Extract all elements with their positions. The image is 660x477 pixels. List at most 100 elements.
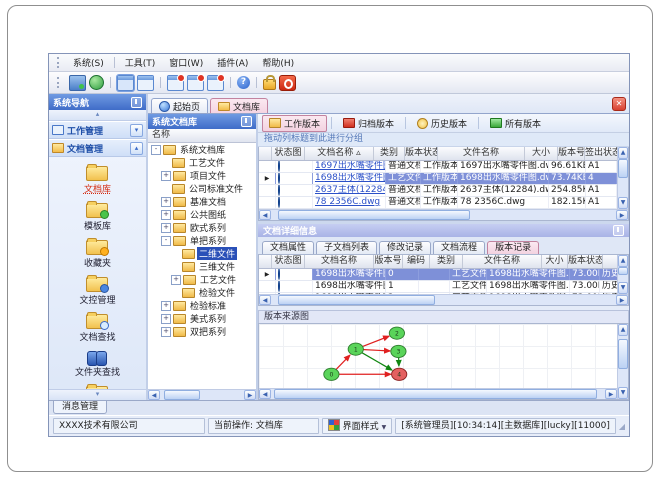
tree-pin-icon[interactable] [241,116,252,127]
scroll-arrow-up[interactable]: ▲ [618,324,628,336]
scroll-track[interactable] [271,295,616,305]
tab-起始页[interactable]: 起始页 [151,98,209,113]
scroll-track[interactable] [618,267,628,282]
scroll-track[interactable] [160,390,244,400]
document-link[interactable]: 78 2356C.dwg [315,197,380,207]
column-header-版本状态[interactable]: 版本状态 [405,147,438,160]
expand-plus-icon[interactable]: + [161,209,171,220]
scroll-arrow-up[interactable]: ▲ [618,147,628,159]
version-node-0[interactable]: 0 [323,367,340,381]
document-link[interactable]: 1697出水嘴零件图.dwg [315,161,385,171]
scroll-arrow-left[interactable]: ◀ [259,389,271,399]
tree-node-二维文件[interactable]: 二维文件 [148,247,256,260]
menu-item-4[interactable]: 插件(A) [210,55,255,70]
tree-node-单把系列[interactable]: - 单把系列 [148,234,256,247]
version-node-4[interactable]: 4 [391,367,408,381]
scroll-track[interactable] [618,159,628,197]
sidebar-group-1[interactable]: 工作管理 ▾ [49,121,146,139]
tree-column-header[interactable]: 名称 [148,129,256,143]
column-header-文件名称[interactable]: 文件名称 [438,147,525,160]
globe-icon[interactable] [89,75,104,90]
scroll-track[interactable] [271,210,616,220]
scroll-thumb[interactable] [277,210,470,220]
scroll-arrow-right[interactable]: ▶ [616,295,628,305]
scroll-arrow-right[interactable]: ▶ [616,210,628,220]
column-header-签出状态[interactable]: 签出状态 [585,147,617,160]
version-node-2[interactable]: 2 [388,326,405,340]
scroll-arrow-left[interactable]: ◀ [148,390,160,400]
chevron-down-icon[interactable]: ▾ [130,123,143,137]
scroll-arrow-down[interactable]: ▼ [618,282,628,294]
tab-文档库[interactable]: 文档库 [210,98,269,113]
tree-node-双把系列[interactable]: + 双把系列 [148,325,256,338]
main-grid-vscrollbar[interactable]: ▲ ▼ [617,147,628,209]
expand-plus-icon[interactable]: + [161,170,171,181]
sidebar-item-文件夹查找[interactable]: 文件夹查找 [54,348,141,378]
sidebar-group-2[interactable]: 文档管理 ▴ [49,139,146,157]
sidebar-scroll-down[interactable]: ▾ [49,389,146,400]
sidebar-item-文档查找[interactable]: 文档查找 [54,311,141,343]
column-header-类别[interactable]: 类别 [430,255,463,268]
button-工作版本[interactable]: 工作版本 [262,114,328,132]
tree-node-基准文档[interactable]: + 基准文档 [148,195,256,208]
scroll-arrow-up[interactable]: ▲ [618,255,628,267]
table-row[interactable]: 1698出水嘴零件图.dwg1工艺文件1698出水嘴零件图.dwg73.00KB… [259,281,617,293]
tree-node-三维文件[interactable]: 三维文件 [148,260,256,273]
message-manage-tab[interactable]: 消息管理 [53,401,108,414]
table-row[interactable]: ▶1698出水嘴零件图.dwg0工艺文件1698出水嘴零件图.dwg73.00K… [259,269,617,281]
expand-plus-icon[interactable]: + [171,274,181,285]
help-icon[interactable]: ? [237,76,250,89]
tree-node-项目文件[interactable]: + 项目文件 [148,169,256,182]
window-new-icon[interactable] [116,73,135,92]
scroll-arrow-down[interactable]: ▼ [618,387,628,399]
sidebar-item-收藏夹[interactable]: 收藏夹 [54,237,141,269]
tree-node-工艺文件[interactable]: 工艺文件 [148,156,256,169]
column-header-大小[interactable]: 大小 [542,255,568,268]
expand-plus-icon[interactable]: + [161,326,171,337]
expand-plus-icon[interactable]: + [161,313,171,324]
table-row[interactable]: 1697出水嘴零件图.dwg普通文档工作版本1697出水嘴零件图.dwg96.6… [259,161,617,173]
detail-tab-修改记录[interactable]: 修改记录 [379,241,432,254]
close-tab-button[interactable]: ✕ [612,97,626,111]
menu-item-5[interactable]: 帮助(H) [255,55,301,70]
column-header-编码[interactable]: 编码 [403,255,430,268]
version-node-3[interactable]: 3 [390,344,407,358]
scroll-thumb[interactable] [164,390,200,400]
expand-plus-icon[interactable]: + [161,196,171,207]
document-link[interactable]: 2637主体(12284).dwg [315,185,385,195]
detail-tab-版本记录[interactable]: 版本记录 [487,241,540,254]
column-header-文件名称[interactable]: 文件名称 [463,255,542,268]
column-header-类别[interactable]: 类别 [374,147,405,160]
exit-icon[interactable] [279,74,296,91]
detail-grid-hscrollbar[interactable]: ◀ ▶ [259,294,628,305]
scroll-thumb[interactable] [277,295,436,305]
button-所有版本[interactable]: 所有版本 [483,115,548,132]
button-历史版本[interactable]: 历史版本 [410,115,474,132]
sidebar-scroll-up[interactable]: ▴ [49,110,146,121]
tree-node-公司标准文件[interactable]: 公司标准文件 [148,182,256,195]
scroll-thumb[interactable] [618,159,628,179]
main-grid-hscrollbar[interactable]: ◀ ▶ [259,209,628,220]
column-header-文档名称[interactable]: 文档名称 [305,255,374,268]
message-new-icon[interactable] [167,73,185,91]
scroll-arrow-right[interactable]: ▶ [605,389,617,399]
column-header-版本状态[interactable]: 版本状态 [568,255,603,268]
message-receive-icon[interactable] [207,73,225,91]
column-header-大小[interactable]: 大小 [525,147,558,160]
tree-node-检验标准[interactable]: + 检验标准 [148,299,256,312]
menu-item-1[interactable]: 系统(S) [66,55,111,70]
menu-item-2[interactable]: 工具(T) [118,55,163,70]
detail-grid-vscrollbar[interactable]: ▲ ▼ [617,255,628,294]
detail-tab-文档流程[interactable]: 文档流程 [433,241,486,254]
message-send-icon[interactable] [187,73,205,91]
scroll-arrow-right[interactable]: ▶ [244,390,256,400]
tree-node-欧式系列[interactable]: + 欧式系列 [148,221,256,234]
scroll-track[interactable] [271,389,605,399]
lock-icon[interactable] [263,75,276,90]
graph-hscrollbar[interactable]: ◀ ▶ [259,388,617,399]
column-header-版本号[interactable]: 版本号 [374,255,403,268]
chevron-up-icon[interactable]: ▴ [130,141,143,155]
tree-node-工艺文件[interactable]: + 工艺文件 [148,273,256,286]
sidebar-item-模板库[interactable]: 模板库 [54,200,141,232]
expand-plus-icon[interactable]: + [161,300,171,311]
